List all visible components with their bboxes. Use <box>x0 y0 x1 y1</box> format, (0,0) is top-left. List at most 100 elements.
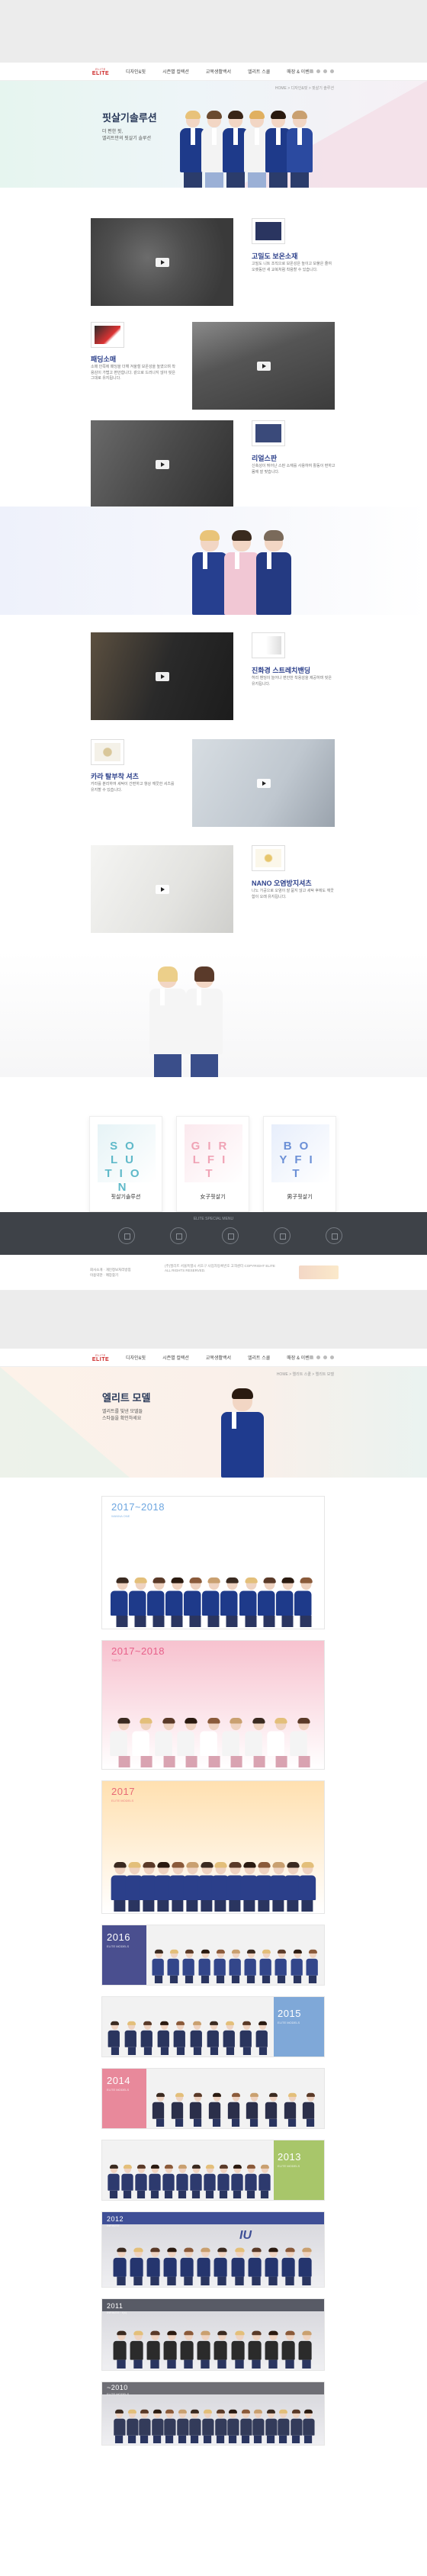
feature-desc-6: 나노 가공으로 오염이 잘 묻지 않고 세탁 후에도 깨끗함이 오래 유지됩니다… <box>252 889 334 899</box>
model-year-card: 2017~2018 WANNA ONE <box>101 1496 325 1629</box>
facebook-icon[interactable] <box>310 69 313 73</box>
model-figure <box>246 2092 262 2127</box>
model-year-label: 2015 <box>278 2008 301 2019</box>
blog-icon[interactable] <box>316 69 320 73</box>
instagram-icon[interactable] <box>323 1356 327 1359</box>
nav-item-design-fit[interactable]: 디자인&핏 <box>126 68 146 75</box>
model-figure <box>198 1949 211 1983</box>
padding-sleeve-thumbnail <box>91 322 124 348</box>
model-figure <box>281 2247 297 2285</box>
model-figure <box>214 1949 226 1983</box>
model-figure <box>162 2164 175 2198</box>
model-year-label: 2012 <box>107 2215 124 2223</box>
model-figure <box>180 2247 197 2285</box>
nav-item-design-fit[interactable]: 디자인&핏 <box>126 1354 146 1361</box>
model-year-label: 2017~2018 <box>111 1501 165 1513</box>
elite-logo[interactable]: ELITE ELITE <box>89 66 112 77</box>
nav-item-elite-school[interactable]: 엘리트 스쿨 <box>248 68 270 75</box>
model-figure <box>152 2092 169 2127</box>
model-year-card: 2013 ELITE MODELS <box>101 2140 325 2201</box>
model-figure <box>223 2021 237 2055</box>
elite-logo[interactable]: ELITE ELITE <box>89 1352 112 1363</box>
model-figure <box>284 2092 300 2127</box>
youtube-icon[interactable] <box>330 1356 334 1359</box>
model-group-photo <box>113 2246 315 2285</box>
fit-card-label-2: 女子핏살기 <box>200 1195 226 1200</box>
model-figure <box>146 2330 163 2369</box>
model-figure <box>180 2330 197 2369</box>
fit-card-girl[interactable]: GIRLFIT 女子핏살기 <box>176 1116 249 1212</box>
model-group-label: WANNA ONE <box>111 1514 130 1518</box>
fit-card-label-1: 핏살기솔루션 <box>111 1195 141 1200</box>
fit-category-cards: SOLUTION 핏살기솔루션 GIRLFIT 女子핏살기 BOYFIT 男子핏… <box>89 1116 336 1212</box>
model-group-photo <box>110 1718 315 1767</box>
model-year-label: 2017~2018 <box>111 1645 165 1657</box>
model-figure <box>182 1949 196 1983</box>
model-year-card: 2017~2018 TWICE <box>101 1640 325 1770</box>
site-footer: 회사소개 · 개인정보처리방침 이용약관 · 매장찾기 (주)엘리트 서울특별시… <box>0 1255 427 1291</box>
fit-card-boy[interactable]: BOYFIT 男子핏살기 <box>263 1116 336 1212</box>
model-group-photo <box>151 2088 320 2127</box>
real-span-video[interactable] <box>91 420 233 508</box>
fit-card-label-3: 男子핏살기 <box>287 1195 313 1200</box>
stretch-banding-thumbnail <box>252 632 285 658</box>
padding-sleeve-video[interactable] <box>192 322 335 410</box>
model-year-label: 2013 <box>278 2151 301 2163</box>
nano-shirt-video[interactable] <box>91 845 233 933</box>
nav-item-season-collection[interactable]: 시즌별 컬렉션 <box>162 1354 189 1361</box>
nav-item-season-collection[interactable]: 시즌별 컬렉션 <box>162 68 189 75</box>
model-group-photo <box>113 2404 315 2443</box>
menu-circle-icon-3[interactable] <box>222 1227 239 1244</box>
model-figure <box>303 2092 319 2127</box>
footer-link-company[interactable]: 회사소개 <box>90 1268 103 1272</box>
model-group-label: INFINITE <box>107 2224 120 2227</box>
knit-thumbnail <box>252 218 285 244</box>
model-group-label: INFINITE · f(x) <box>107 2311 127 2314</box>
logo-main-text: ELITE <box>92 1356 110 1362</box>
fit-card-solution[interactable]: SOLUTION 핏살기솔루션 <box>89 1116 162 1212</box>
footer-link-terms[interactable]: 이용약관 <box>90 1273 103 1277</box>
blog-icon[interactable] <box>316 1356 320 1359</box>
model-figure <box>214 2330 230 2369</box>
model-figure <box>259 1949 273 1983</box>
model-figure <box>177 2409 189 2443</box>
model-year-card: 2015 ELITE MODELS <box>101 1996 325 2057</box>
menu-circle-icon-1[interactable] <box>118 1227 135 1244</box>
detachable-collar-video[interactable] <box>192 739 335 827</box>
model-figure <box>281 2330 297 2369</box>
header-utility-icons <box>310 69 334 73</box>
menu-circle-icon-2[interactable] <box>170 1227 187 1244</box>
youtube-icon[interactable] <box>330 69 334 73</box>
model-group-label: TWICE <box>111 1658 121 1662</box>
knit-video[interactable] <box>91 218 233 306</box>
footer-link-stores[interactable]: 매장찾기 <box>106 1273 119 1277</box>
nano-shirt-thumbnail <box>252 845 285 871</box>
real-span-thumbnail <box>252 420 285 446</box>
facebook-icon[interactable] <box>310 1356 313 1359</box>
model-group-photo <box>113 2330 315 2369</box>
feature-title-1: 고밀도 보온소재 <box>252 252 298 260</box>
model-group-label: ELITE MODELS <box>107 2088 130 2092</box>
play-icon <box>155 884 169 894</box>
model-figure <box>208 2092 225 2127</box>
model-figure <box>140 2021 155 2055</box>
stretch-banding-video[interactable] <box>91 632 233 720</box>
model-group-label: ELITE MODELS <box>278 2021 300 2024</box>
menu-circle-icon-4[interactable] <box>274 1227 291 1244</box>
hero-subtitle-line1: 엘리트를 빛낸 모델들 <box>102 1410 143 1414</box>
footer-link-privacy[interactable]: 개인정보처리방침 <box>106 1268 131 1272</box>
nav-item-school-life[interactable]: 교복생활백서 <box>206 1354 231 1361</box>
main-nav: 디자인&핏 시즌별 컬렉션 교복생활백서 엘리트 스쿨 매장 & 이벤트 <box>126 68 313 75</box>
fit-card-word-3: BOYFIT <box>279 1140 320 1180</box>
model-year-card: ~2010 ELITE MODELS <box>101 2381 325 2446</box>
nav-item-school-life[interactable]: 교복생활백서 <box>206 68 231 75</box>
model-group-label: ELITE MODELS <box>107 2392 130 2396</box>
instagram-icon[interactable] <box>323 69 327 73</box>
menu-circle-icon-5[interactable] <box>326 1227 342 1244</box>
model-group-label: ELITE MODELS <box>107 1944 130 1948</box>
model-figure <box>164 2409 176 2443</box>
nav-item-elite-school[interactable]: 엘리트 스쿨 <box>248 1354 270 1361</box>
model-figure <box>294 1577 317 1627</box>
model-figure <box>265 2409 278 2443</box>
model-figure <box>157 2021 171 2055</box>
